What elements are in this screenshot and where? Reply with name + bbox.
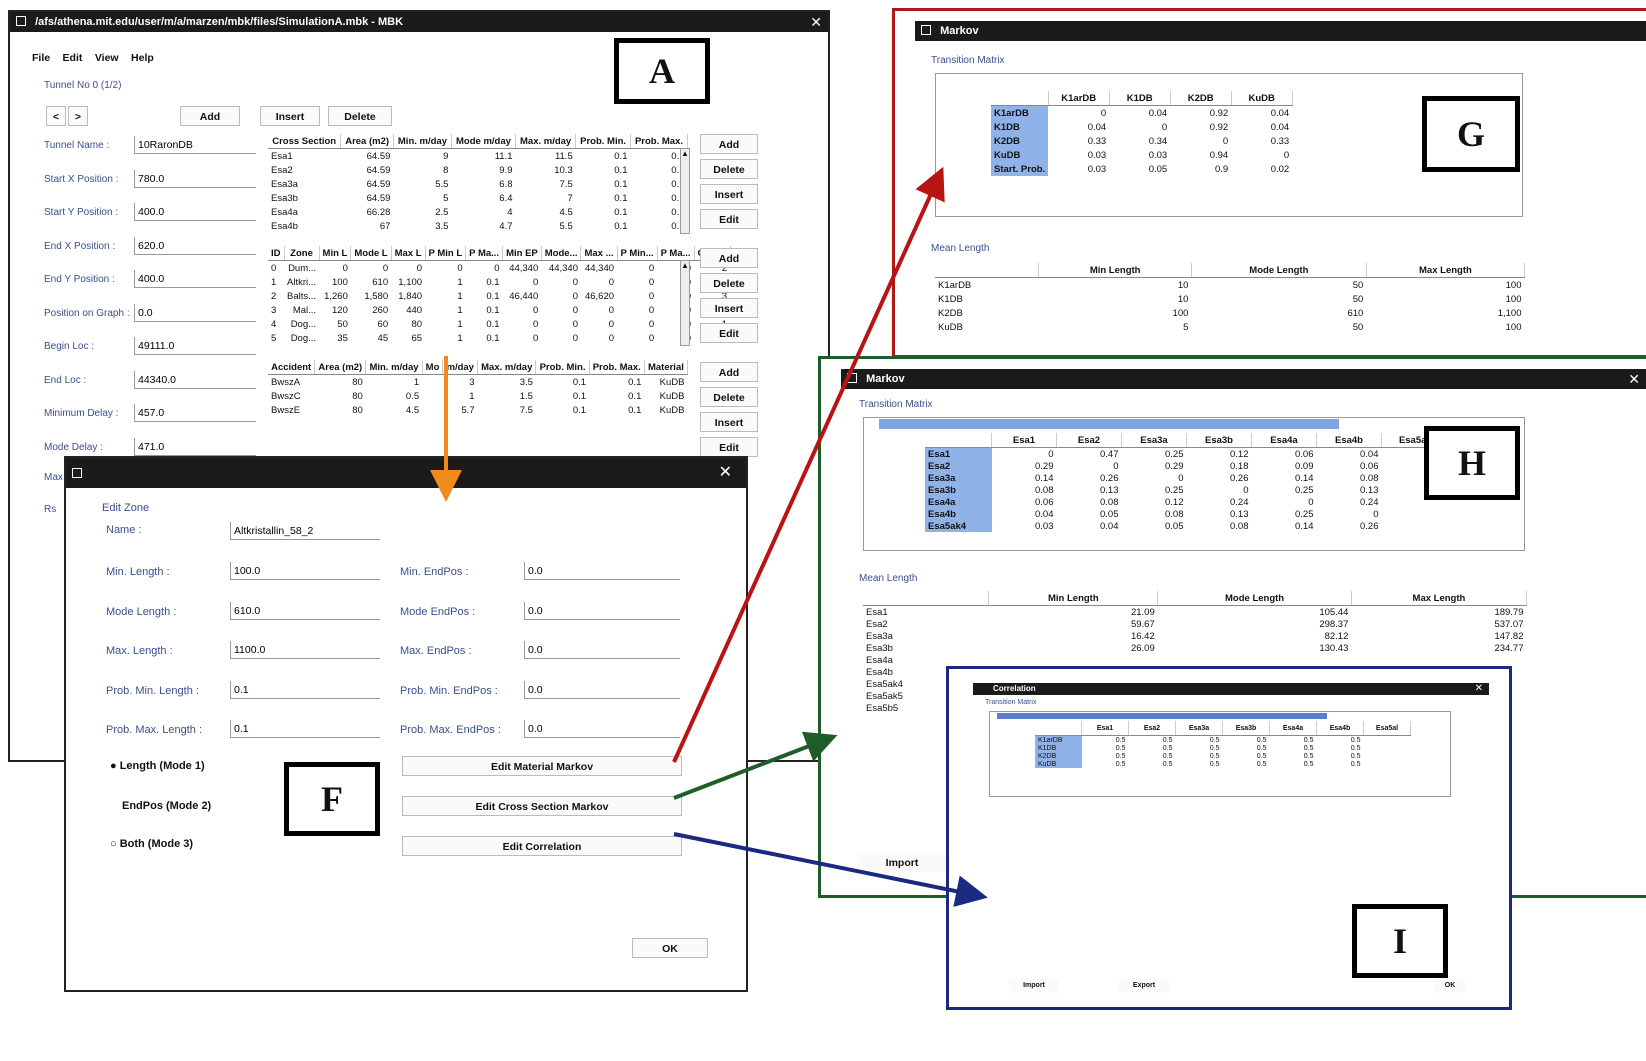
navy-arrow: [673, 832, 988, 907]
red-arrow: [672, 166, 945, 763]
green-arrow: [673, 731, 838, 800]
connector-arrows: [430, 166, 988, 907]
